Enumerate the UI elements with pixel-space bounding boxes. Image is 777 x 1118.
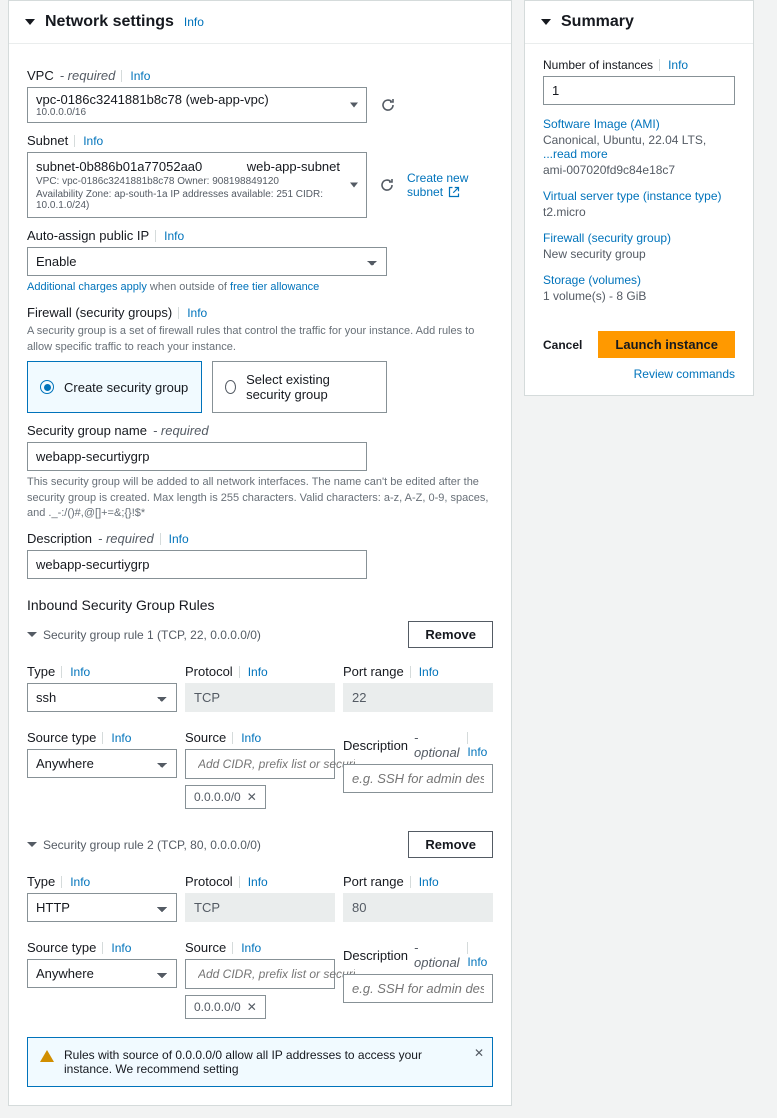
info-link[interactable]: Info: [121, 69, 150, 83]
chevron-down-icon: [350, 103, 358, 108]
free-tier-link[interactable]: free tier allowance: [230, 281, 319, 293]
rule-type-select[interactable]: ssh: [27, 683, 177, 712]
remove-chip-icon[interactable]: ✕: [247, 790, 257, 804]
remove-chip-icon[interactable]: ✕: [247, 1000, 257, 1014]
chevron-down-icon: [27, 632, 37, 637]
vpc-label: VPC: [27, 68, 54, 83]
summary-header[interactable]: Summary: [525, 1, 753, 44]
rule-protocol: TCP: [185, 893, 335, 922]
select-sg-tile[interactable]: Select existing security group: [212, 361, 387, 413]
remove-rule-button[interactable]: Remove: [408, 621, 493, 648]
rule-port: 22: [343, 683, 493, 712]
summary-panel: Summary Number of instances Info Softwar…: [524, 0, 754, 396]
instance-count-input[interactable]: [543, 76, 735, 105]
sg-name-input[interactable]: [27, 442, 367, 471]
info-link[interactable]: Info: [160, 532, 189, 546]
chevron-down-icon: [541, 19, 551, 25]
panel-header[interactable]: Network settings Info: [9, 1, 511, 44]
warning-alert: Rules with source of 0.0.0.0/0 allow all…: [27, 1037, 493, 1087]
review-commands-link[interactable]: Review commands: [634, 367, 735, 381]
refresh-icon[interactable]: [379, 96, 397, 114]
rule-desc-input[interactable]: [343, 764, 493, 793]
rules-heading: Inbound Security Group Rules: [27, 597, 493, 613]
info-link[interactable]: Info: [659, 58, 688, 72]
refresh-icon[interactable]: [379, 176, 395, 194]
remove-rule-button[interactable]: Remove: [408, 831, 493, 858]
vpc-select[interactable]: vpc-0186c3241881b8c78 (web-app-vpc) 10.0…: [27, 87, 367, 123]
network-settings-panel: Network settings Info VPC - required Inf…: [8, 0, 512, 1106]
fw-link[interactable]: Firewall (security group): [543, 231, 671, 245]
subnet-label: Subnet: [27, 133, 68, 148]
ami-link[interactable]: Software Image (AMI): [543, 117, 660, 131]
autoip-select[interactable]: Enable: [27, 247, 387, 276]
storage-link[interactable]: Storage (volumes): [543, 273, 641, 287]
sg-desc-input[interactable]: [27, 550, 367, 579]
radio-icon: [40, 380, 54, 394]
chevron-down-icon: [350, 183, 358, 188]
create-sg-tile[interactable]: Create security group: [27, 361, 202, 413]
chevron-down-icon: [25, 19, 35, 25]
warning-icon: [40, 1050, 54, 1062]
rule-sourcetype-select[interactable]: Anywhere: [27, 749, 177, 778]
close-icon[interactable]: ✕: [474, 1046, 484, 1060]
rule-desc-input[interactable]: [343, 974, 493, 1003]
autoip-label: Auto-assign public IP: [27, 228, 149, 243]
charges-link[interactable]: Additional charges apply: [27, 281, 147, 293]
subnet-select[interactable]: subnet-0b886b01a77052aa0web-app-subnet V…: [27, 152, 367, 218]
rule-toggle[interactable]: Security group rule 1 (TCP, 22, 0.0.0.0/…: [27, 628, 261, 642]
rule-source-input[interactable]: [185, 749, 335, 779]
chevron-down-icon: [27, 842, 37, 847]
cidr-chip: 0.0.0.0/0✕: [185, 995, 266, 1019]
rule-type-select[interactable]: HTTP: [27, 893, 177, 922]
radio-icon: [225, 380, 236, 394]
cidr-chip: 0.0.0.0/0✕: [185, 785, 266, 809]
info-link[interactable]: Info: [184, 15, 204, 29]
info-link[interactable]: Info: [178, 306, 207, 320]
rule-source-input[interactable]: [185, 959, 335, 989]
panel-title: Network settings: [45, 13, 174, 31]
summary-title: Summary: [561, 13, 634, 31]
rule-port: 80: [343, 893, 493, 922]
read-more-link[interactable]: ...read more: [543, 147, 608, 161]
launch-instance-button[interactable]: Launch instance: [598, 331, 735, 358]
create-subnet-link[interactable]: Create new subnet: [407, 171, 493, 199]
vst-link[interactable]: Virtual server type (instance type): [543, 189, 722, 203]
firewall-label: Firewall (security groups): [27, 305, 172, 320]
rule-toggle[interactable]: Security group rule 2 (TCP, 80, 0.0.0.0/…: [27, 838, 261, 852]
info-link[interactable]: Info: [155, 229, 184, 243]
rule-protocol: TCP: [185, 683, 335, 712]
cancel-button[interactable]: Cancel: [543, 338, 582, 352]
rule-sourcetype-select[interactable]: Anywhere: [27, 959, 177, 988]
info-link[interactable]: Info: [74, 134, 103, 148]
